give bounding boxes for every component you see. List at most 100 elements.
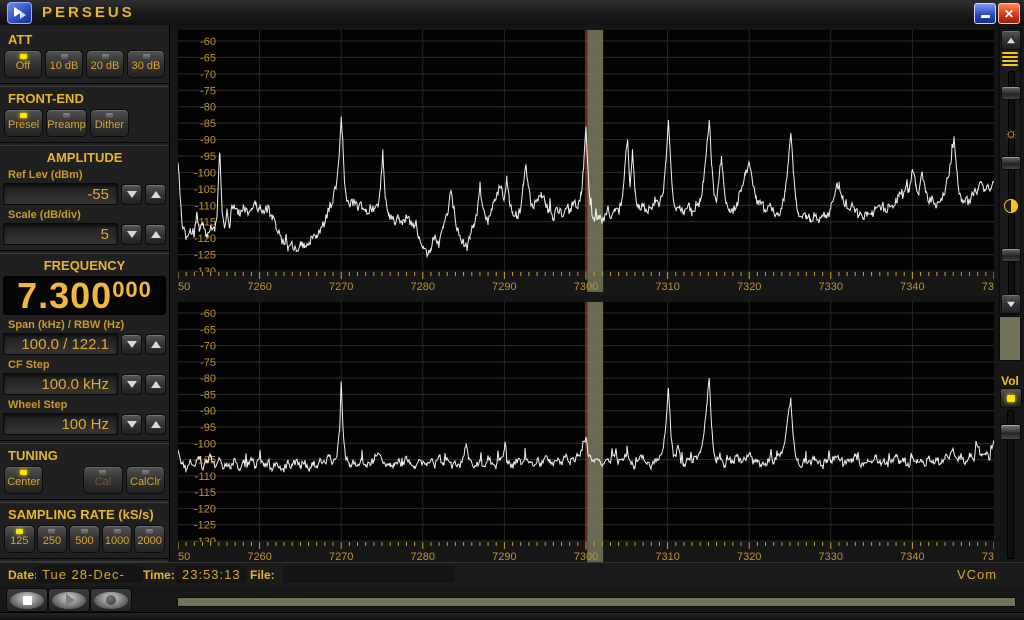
dither-button[interactable]: Dither <box>90 109 129 137</box>
ref-lev-field[interactable]: -55 <box>3 183 118 205</box>
led-indicator <box>99 470 106 475</box>
svg-text:-85: -85 <box>200 118 216 130</box>
svg-text:-75: -75 <box>200 357 216 369</box>
contrast-icon <box>1004 199 1018 213</box>
att-off-button[interactable]: Off <box>4 50 42 78</box>
time-value: 23:53:13 <box>176 566 246 583</box>
cf-step-down-button[interactable] <box>121 374 142 395</box>
presel-button[interactable]: Presel <box>4 109 43 137</box>
ref-lev-up-button[interactable] <box>145 184 166 205</box>
divider <box>0 83 169 87</box>
cf-step-field[interactable]: 100.0 kHz <box>3 373 118 395</box>
scale-row: 5 <box>0 223 169 245</box>
cal-button[interactable]: Cal <box>83 466 122 494</box>
svg-text:-120: -120 <box>194 503 216 515</box>
play-icon <box>66 594 75 606</box>
main-spectrum-plot[interactable]: -60-65-70-75-80-85-90-95-100-105-110-115… <box>178 30 994 272</box>
rate-1000-button[interactable]: 1000 <box>102 525 133 553</box>
record-button[interactable] <box>90 588 132 612</box>
frequency-main-digits: 7.300 <box>17 277 112 314</box>
triangle-down-icon <box>127 191 137 198</box>
svg-text:-110: -110 <box>195 471 216 483</box>
svg-text:-80: -80 <box>200 373 216 385</box>
scale-field[interactable]: 5 <box>3 223 118 245</box>
att-header: ATT <box>8 32 169 47</box>
preamp-button[interactable]: Preamp <box>46 109 87 137</box>
triangle-down-icon <box>127 231 137 238</box>
button-face <box>94 592 128 609</box>
volume-slider-handle[interactable] <box>1000 424 1021 440</box>
span-up-button[interactable] <box>145 334 166 355</box>
wheel-step-row: 100 Hz <box>0 413 169 435</box>
cf-step-label: CF Step <box>8 359 169 371</box>
svg-text:7270: 7270 <box>329 281 353 292</box>
att-10db-button[interactable]: 10 dB <box>45 50 83 78</box>
wheel-step-field[interactable]: 100 Hz <box>3 413 118 435</box>
ref-lev-down-button[interactable] <box>121 184 142 205</box>
svg-text:7270: 7270 <box>329 551 353 562</box>
triangle-up-icon <box>151 341 161 348</box>
stop-button[interactable] <box>6 588 48 612</box>
svg-text:-90: -90 <box>200 135 216 147</box>
att-30db-button[interactable]: 30 dB <box>127 50 165 78</box>
svg-text:-95: -95 <box>200 151 216 163</box>
span-down-button[interactable] <box>121 334 142 355</box>
contrast-slider-handle[interactable] <box>1001 248 1021 262</box>
spectrum-slider-handle[interactable] <box>1001 86 1021 100</box>
scroll-down-button[interactable] <box>1001 294 1021 314</box>
divider <box>0 142 169 146</box>
control-sidebar: ATT Off 10 dB 20 dB 30 dB FRONT-END Pres… <box>0 25 170 562</box>
svg-text:-65: -65 <box>200 52 216 64</box>
frequency-sub-digits: 000 <box>112 278 152 302</box>
rate-250-button[interactable]: 250 <box>37 525 68 553</box>
scale-up-button[interactable] <box>145 224 166 245</box>
minimize-button[interactable] <box>974 3 996 24</box>
tuning-button-row: Center Cal CalClr <box>0 466 169 494</box>
svg-text:7250: 7250 <box>178 551 190 562</box>
led-indicator <box>143 54 150 59</box>
secondary-spectrum-plot[interactable]: -60-65-70-75-80-85-90-95-100-105-110-115… <box>178 302 994 542</box>
rate-500-button[interactable]: 500 <box>69 525 100 553</box>
brightness-slider-handle[interactable] <box>1001 156 1021 170</box>
svg-text:-125: -125 <box>194 520 216 532</box>
perseus-logo-icon[interactable] <box>7 2 32 24</box>
file-label: File: <box>250 568 275 582</box>
led-indicator <box>81 529 88 534</box>
wheel-step-up-button[interactable] <box>145 414 166 435</box>
button-face <box>10 592 44 609</box>
svg-text:7350: 7350 <box>982 281 994 292</box>
rate-2000-button[interactable]: 2000 <box>134 525 165 553</box>
divider <box>0 250 169 254</box>
sampling-rate-button-row: 125 250 500 1000 2000 <box>0 525 169 553</box>
scale-down-button[interactable] <box>121 224 142 245</box>
playback-progress-bar[interactable] <box>177 597 1016 607</box>
led-indicator <box>48 529 55 534</box>
svg-text:7340: 7340 <box>900 551 924 562</box>
frequency-display[interactable]: 7.300 000 <box>3 276 166 315</box>
calclr-button[interactable]: CalClr <box>126 466 165 494</box>
att-20db-button[interactable]: 20 dB <box>86 50 124 78</box>
wheel-step-down-button[interactable] <box>121 414 142 435</box>
span-field[interactable]: 100.0 / 122.1 <box>3 333 118 355</box>
svg-text:7260: 7260 <box>247 281 271 292</box>
svg-text:7260: 7260 <box>247 551 271 562</box>
scroll-up-button[interactable] <box>1001 30 1021 50</box>
svg-text:7280: 7280 <box>411 551 435 562</box>
led-indicator <box>20 113 27 118</box>
play-button[interactable] <box>48 588 90 612</box>
rate-125-button[interactable]: 125 <box>4 525 35 553</box>
svg-text:7320: 7320 <box>737 281 761 292</box>
vol-mute-button[interactable] <box>1000 388 1022 408</box>
time-label: Time: <box>143 568 175 582</box>
svg-text:-105: -105 <box>194 184 216 196</box>
playback-controls-row <box>0 586 1024 612</box>
svg-text:7330: 7330 <box>819 281 843 292</box>
center-tuning-button[interactable]: Center <box>4 466 43 494</box>
svg-text:-75: -75 <box>200 85 216 97</box>
ref-lev-label: Ref Lev (dBm) <box>8 169 169 181</box>
close-icon: ✕ <box>1004 8 1014 20</box>
file-value <box>283 566 455 583</box>
cf-step-up-button[interactable] <box>145 374 166 395</box>
svg-text:-80: -80 <box>200 102 216 114</box>
close-button[interactable]: ✕ <box>998 3 1020 24</box>
